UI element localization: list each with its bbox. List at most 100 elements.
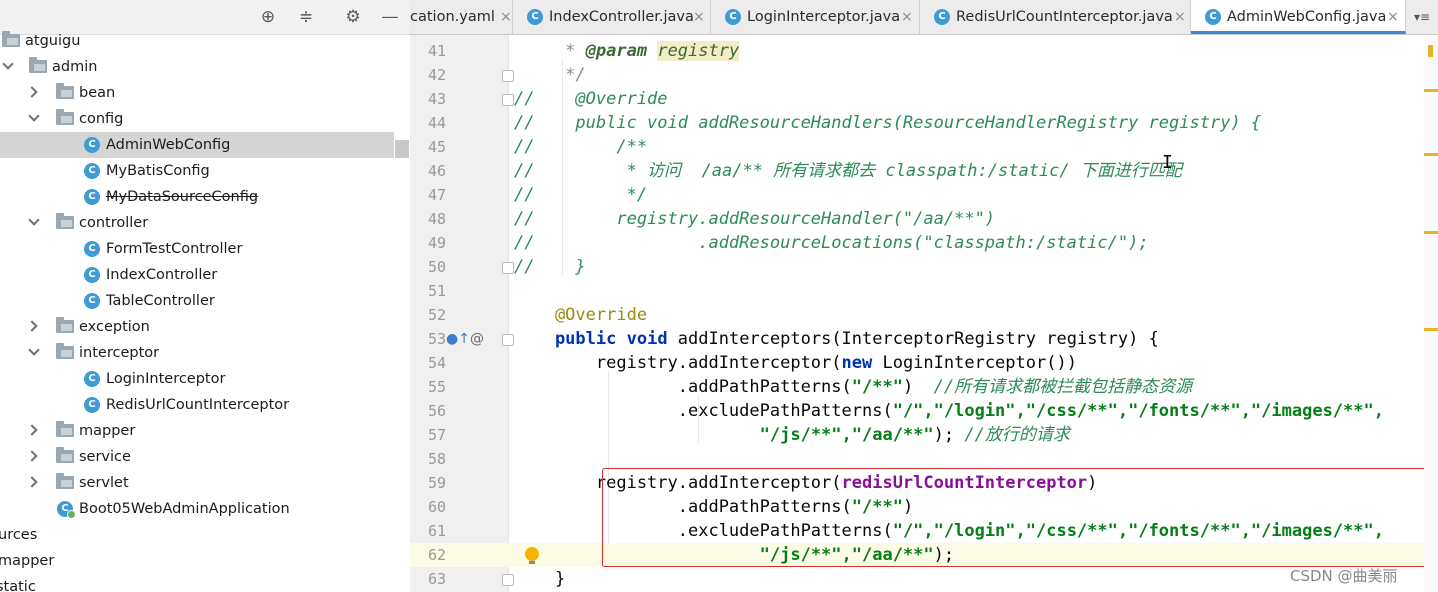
tree-item-servlet[interactable]: servlet — [0, 470, 394, 496]
tree-item-label: config — [79, 111, 124, 127]
tab-indexcontroller[interactable]: C IndexController.java × — [513, 0, 711, 34]
code-text: "/js/**","/aa/**"); — [514, 543, 954, 567]
code-line: 51 — [410, 279, 1438, 303]
annotation-icon[interactable]: @ — [470, 327, 484, 351]
spring-app-class-icon: C — [57, 501, 76, 519]
tree-item-admin[interactable]: admin — [0, 54, 394, 80]
chevron-down-icon[interactable] — [28, 110, 40, 122]
fold-marker-icon[interactable] — [502, 262, 514, 274]
tab-label: cation.yaml — [410, 9, 495, 25]
tree-item-config[interactable]: config — [0, 106, 394, 132]
tree-item-atguigu[interactable]: atguigu — [0, 28, 394, 54]
fold-marker-icon[interactable] — [502, 334, 514, 346]
tree-item-static[interactable]: static — [0, 574, 394, 592]
tree-item-mydatasourceconfig[interactable]: C MyDataSourceConfig — [0, 184, 394, 210]
tab-redisurlcountinterceptor[interactable]: C RedisUrlCountInterceptor.java × — [920, 0, 1191, 34]
code-token: public — [514, 329, 617, 349]
line-number: 57 — [427, 426, 446, 444]
close-icon[interactable]: × — [901, 0, 913, 34]
tree-item-interceptor[interactable]: interceptor — [0, 340, 394, 366]
tree-item-logininterceptor[interactable]: C LoginInterceptor — [0, 366, 394, 392]
line-number: 60 — [427, 498, 446, 516]
class-icon: C — [84, 241, 100, 257]
close-icon[interactable]: × — [500, 0, 512, 34]
code-text: // registry.addResourceHandler("/aa/**") — [514, 209, 996, 229]
tree-item-label: static — [0, 579, 36, 592]
chevron-down-icon[interactable] — [28, 344, 40, 356]
collapse-icon[interactable]: ≑ — [296, 7, 316, 27]
chevron-right-icon[interactable] — [26, 86, 38, 98]
code-line: 43 // @Override — [410, 87, 1438, 111]
tree-item-adminwebconfig[interactable]: C AdminWebConfig — [0, 132, 394, 158]
tree-item-indexcontroller[interactable]: C IndexController — [0, 262, 394, 288]
code-line: 47 // */ — [410, 183, 1438, 207]
tree-item-resources-mapper[interactable]: mapper — [0, 548, 394, 574]
code-token: .addPathPatterns( — [514, 377, 852, 397]
chevron-right-icon[interactable] — [26, 424, 38, 436]
tab-application-yaml[interactable]: cation.yaml × — [410, 0, 513, 34]
code-line: 59 registry.addInterceptor(redisUrlCount… — [410, 471, 1438, 495]
close-icon[interactable]: × — [1174, 0, 1186, 34]
code-token: .excludePathPatterns( — [514, 521, 893, 541]
chevron-down-icon[interactable] — [2, 58, 14, 70]
tree-item-redisurlcountinterceptor[interactable]: C RedisUrlCountInterceptor — [0, 392, 394, 418]
tab-overflow-menu[interactable]: ▾≡ — [1406, 0, 1438, 34]
locate-icon[interactable]: ⊕ — [258, 7, 278, 27]
code-token: new — [841, 353, 873, 373]
code-token: ) — [902, 497, 914, 517]
tree-item-formtestcontroller[interactable]: C FormTestController — [0, 236, 394, 262]
minimize-icon[interactable]: — — [380, 7, 400, 27]
chevron-down-icon[interactable] — [28, 214, 40, 226]
tree-item-bean[interactable]: bean — [0, 80, 394, 106]
code-token: "/","/login","/css/**","/fonts/**","/ima… — [892, 521, 1384, 541]
tree-item-boot05webadminapplication[interactable]: C Boot05WebAdminApplication — [0, 496, 394, 522]
class-icon: C — [84, 189, 100, 205]
chevron-right-icon[interactable] — [26, 476, 38, 488]
fold-marker-icon[interactable] — [502, 94, 514, 106]
warning-marker[interactable] — [1424, 328, 1438, 331]
class-icon: C — [84, 163, 100, 179]
code-token: .excludePathPatterns( — [514, 401, 893, 421]
tree-item-exception[interactable]: exception — [0, 314, 394, 340]
fold-marker-icon[interactable] — [502, 574, 514, 586]
project-tree-panel: ⊕ ≑ ⚙ — atguigu admin bean config C Admi… — [0, 0, 411, 592]
tree-item-controller[interactable]: controller — [0, 210, 394, 236]
warning-marker[interactable] — [1424, 153, 1438, 156]
code-token: void — [626, 329, 668, 349]
tab-adminwebconfig[interactable]: C AdminWebConfig.java × — [1191, 0, 1406, 34]
close-icon[interactable]: × — [1387, 0, 1399, 31]
tree-item-service[interactable]: service — [0, 444, 394, 470]
tree-item-mybatisconfig[interactable]: C MyBatisConfig — [0, 158, 394, 184]
tree-scrollbar[interactable] — [395, 140, 409, 158]
code-text: public void addInterceptors(InterceptorR… — [514, 327, 1159, 351]
gear-icon[interactable]: ⚙ — [343, 7, 363, 27]
code-editor[interactable]: 41 * @param registry 42 */ 43 // @Overri… — [410, 35, 1438, 592]
warning-marker[interactable] — [1424, 89, 1438, 92]
warning-marker[interactable] — [1428, 45, 1433, 57]
error-stripe[interactable] — [1424, 35, 1438, 592]
fold-marker-icon[interactable] — [502, 70, 514, 82]
close-icon[interactable]: × — [693, 0, 705, 34]
code-token: @param — [585, 41, 648, 61]
chevron-right-icon[interactable] — [26, 320, 38, 332]
code-text: } — [514, 569, 566, 589]
code-text: .addPathPatterns("/**") //所有请求都被拦截包括静态资源 — [514, 377, 1193, 397]
warning-marker[interactable] — [1424, 231, 1438, 234]
code-line: 49 // .addResourceLocations("classpath:/… — [410, 231, 1438, 255]
code-text: // */ — [514, 185, 648, 205]
tab-label: RedisUrlCountInterceptor.java — [956, 9, 1173, 25]
tree-item-mapper[interactable]: mapper — [0, 418, 394, 444]
tab-label: IndexController.java — [549, 9, 694, 25]
tree-item-tablecontroller[interactable]: C TableController — [0, 288, 394, 314]
code-line: 52 @Override — [410, 303, 1438, 327]
code-line: 56 .excludePathPatterns("/","/login","/c… — [410, 399, 1438, 423]
tree-item-label: RedisUrlCountInterceptor — [106, 397, 290, 413]
tree-item-resources[interactable]: urces — [0, 522, 394, 548]
code-token: registry.addInterceptor( — [514, 353, 842, 373]
line-number: 52 — [427, 306, 446, 324]
tab-logininterceptor[interactable]: C LoginInterceptor.java × — [711, 0, 920, 34]
override-method-icon[interactable]: ●↑ — [446, 327, 470, 351]
chevron-right-icon[interactable] — [26, 450, 38, 462]
class-icon: C — [725, 9, 741, 25]
